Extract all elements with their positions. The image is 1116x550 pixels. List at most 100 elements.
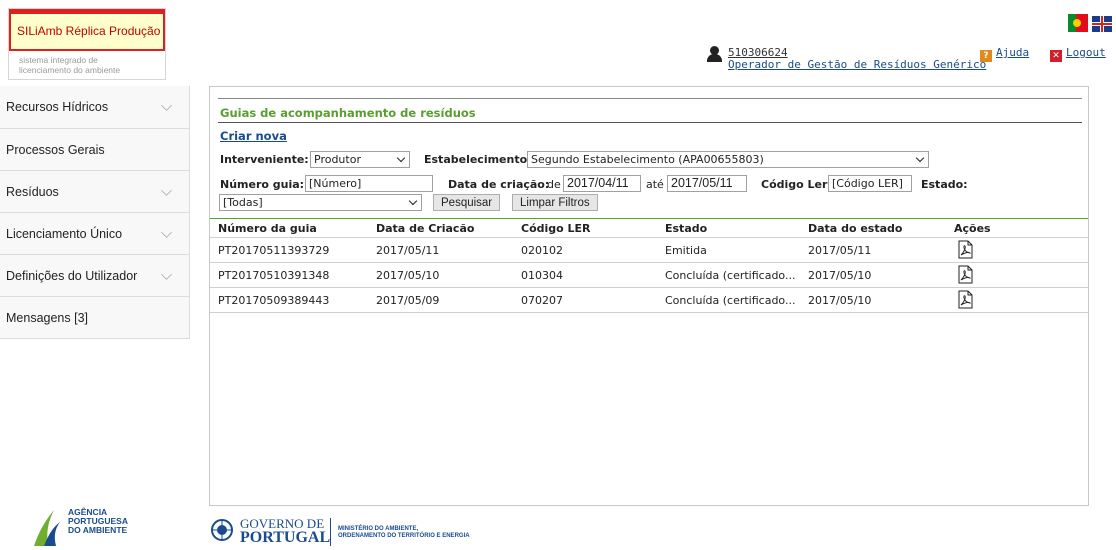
apa-wordmark: AGÊNCIA PORTUGUESA DO AMBIENTE bbox=[68, 508, 128, 535]
cell-codigo: 070207 bbox=[521, 294, 563, 307]
chevron-down-icon bbox=[408, 196, 418, 206]
codigo-ler-placeholder: [Código LER] bbox=[832, 177, 903, 190]
main-panel: Guias de acompanhamento de resíduos Cria… bbox=[209, 86, 1089, 506]
cell-codigo: 020102 bbox=[521, 244, 563, 257]
cell-codigo: 010304 bbox=[521, 269, 563, 282]
data-to-value: 2017/05/11 bbox=[671, 176, 733, 190]
column-header-numero: Número da guia bbox=[218, 222, 317, 235]
create-new-link[interactable]: Criar nova bbox=[220, 129, 287, 143]
app-title: SILiAmb Réplica Produção bbox=[9, 9, 165, 51]
sidebar-item-recursos-hidricos[interactable]: Recursos Hídricos bbox=[0, 86, 189, 128]
sidebar-item-licenciamento-unico[interactable]: Licenciamento Único bbox=[0, 212, 189, 254]
logout-link[interactable]: ✕ Logout bbox=[1050, 46, 1106, 62]
sidebar-item-mensagens[interactable]: Mensagens [3] bbox=[0, 296, 189, 338]
ministry-line1: MINISTÉRIO DO AMBIENTE, bbox=[338, 526, 419, 532]
estado-label: Estado: bbox=[921, 178, 968, 191]
sidebar-item-label: Licenciamento Único bbox=[6, 227, 123, 241]
sidebar-item-label: Definições do Utilizador bbox=[6, 269, 138, 283]
sidebar-item-processos-gerais[interactable]: Processos Gerais bbox=[0, 128, 189, 170]
help-link[interactable]: ? Ajuda bbox=[980, 46, 1029, 62]
sidebar-item-label: Processos Gerais bbox=[6, 143, 105, 157]
search-button[interactable]: Pesquisar bbox=[433, 194, 501, 211]
logout-icon: ✕ bbox=[1050, 50, 1062, 62]
apa-leaf-icon bbox=[34, 510, 60, 546]
cell-numero: PT20170510391348 bbox=[218, 269, 330, 282]
interveniente-label: Interveniente: bbox=[220, 153, 309, 166]
table-header-divider bbox=[210, 218, 1088, 219]
column-header-codigo: Código LER bbox=[521, 222, 591, 235]
interveniente-select[interactable]: Produtor bbox=[310, 151, 410, 168]
help-icon: ? bbox=[980, 50, 992, 62]
apa-line3: DO AMBIENTE bbox=[68, 525, 128, 535]
app-subtitle-line1: sistema integrado de bbox=[19, 55, 98, 65]
government-emblem-icon bbox=[211, 519, 233, 541]
codigo-ler-label: Código Ler: bbox=[761, 178, 832, 191]
sidebar-item-label: Recursos Hídricos bbox=[6, 100, 109, 114]
chevron-down-icon bbox=[161, 185, 172, 196]
cell-estado: Concluída (certificado... bbox=[665, 294, 796, 307]
clear-filters-button[interactable]: Limpar Filtros bbox=[512, 194, 598, 211]
estabelecimento-select[interactable]: Segundo Estabelecimento (APA00655803) bbox=[527, 151, 929, 168]
table-row: PT20170510391348 2017/05/10 010304 Concl… bbox=[210, 262, 1088, 287]
codigo-ler-input[interactable]: [Código LER] bbox=[828, 175, 912, 192]
divider bbox=[218, 122, 1082, 123]
table-row: PT20170509389443 2017/05/09 070207 Concl… bbox=[210, 287, 1088, 312]
uk-flag-icon[interactable] bbox=[1092, 16, 1112, 32]
logout-label: Logout bbox=[1066, 46, 1106, 59]
chevron-down-icon bbox=[161, 227, 172, 238]
government-line2: PORTUGAL bbox=[240, 529, 331, 546]
estado-select[interactable]: [Todas] bbox=[219, 194, 422, 211]
chevron-down-icon bbox=[915, 153, 925, 163]
cell-data-criacao: 2017/05/09 bbox=[376, 294, 440, 307]
government-logo: GOVERNO DE PORTUGAL MINISTÉRIO DO AMBIEN… bbox=[210, 516, 490, 548]
numero-guia-label: Número guia: bbox=[220, 178, 305, 191]
table-bottom-divider bbox=[210, 312, 1088, 313]
column-header-acoes: Ações bbox=[954, 222, 991, 235]
data-criacao-label: Data de criação: bbox=[448, 178, 550, 191]
data-from-value: 2017/04/11 bbox=[567, 176, 629, 190]
cell-estado: Emitida bbox=[665, 244, 707, 257]
sidebar-item-definicoes-utilizador[interactable]: Definições do Utilizador bbox=[0, 254, 189, 296]
chevron-down-icon bbox=[161, 100, 172, 111]
sidebar-item-residuos[interactable]: Resíduos bbox=[0, 170, 189, 212]
app-subtitle-line2: licenciamento do ambiente bbox=[19, 65, 121, 75]
cell-data-estado: 2017/05/10 bbox=[808, 269, 872, 282]
sidebar-item-label: Mensagens [3] bbox=[6, 311, 88, 325]
cell-data-estado: 2017/05/11 bbox=[808, 244, 872, 257]
apa-logo: AGÊNCIA PORTUGUESA DO AMBIENTE bbox=[30, 508, 140, 548]
numero-guia-input[interactable]: [Número] bbox=[305, 175, 433, 192]
app-subtitle: sistema integrado de licenciamento do am… bbox=[19, 55, 120, 75]
data-to-input[interactable]: 2017/05/11 bbox=[667, 175, 747, 192]
divider bbox=[330, 518, 331, 546]
data-ate-label: até bbox=[646, 178, 664, 191]
data-de-label: de bbox=[547, 178, 561, 191]
estabelecimento-label: Estabelecimento: bbox=[424, 153, 532, 166]
numero-guia-placeholder: [Número] bbox=[309, 177, 362, 190]
cell-data-criacao: 2017/05/10 bbox=[376, 269, 440, 282]
chevron-down-icon bbox=[161, 269, 172, 280]
column-header-data-estado: Data do estado bbox=[808, 222, 903, 235]
pt-flag-icon[interactable] bbox=[1068, 14, 1088, 32]
pdf-icon[interactable] bbox=[958, 265, 973, 284]
table-row: PT20170511393729 2017/05/11 020102 Emiti… bbox=[210, 237, 1088, 262]
data-from-input[interactable]: 2017/04/11 bbox=[563, 175, 641, 192]
pdf-icon[interactable] bbox=[958, 240, 973, 259]
interveniente-value: Produtor bbox=[314, 153, 361, 166]
user-icon bbox=[704, 46, 726, 62]
column-header-data-criacao: Data de Criacão bbox=[376, 222, 475, 235]
help-label: Ajuda bbox=[996, 46, 1030, 59]
cell-data-estado: 2017/05/10 bbox=[808, 294, 872, 307]
ministry-name: MINISTÉRIO DO AMBIENTE, ORDENAMENTO DO T… bbox=[338, 526, 470, 540]
chevron-down-icon bbox=[396, 153, 406, 163]
cell-numero: PT20170511393729 bbox=[218, 244, 330, 257]
page-title: Guias de acompanhamento de resíduos bbox=[220, 106, 476, 120]
cell-data-criacao: 2017/05/11 bbox=[376, 244, 440, 257]
app-logo[interactable]: SILiAmb Réplica Produção sistema integra… bbox=[8, 8, 166, 80]
ministry-line2: ORDENAMENTO DO TERRITÓRIO E ENERGIA bbox=[338, 533, 470, 539]
pdf-icon[interactable] bbox=[958, 290, 973, 309]
estabelecimento-value: Segundo Estabelecimento (APA00655803) bbox=[531, 153, 764, 166]
divider bbox=[218, 98, 1082, 99]
sidebar-item-label: Resíduos bbox=[6, 185, 59, 199]
sidebar: Recursos Hídricos Processos Gerais Resíd… bbox=[0, 86, 190, 339]
user-role-link[interactable]: Operador de Gestão de Resíduos Genérico bbox=[728, 58, 986, 71]
